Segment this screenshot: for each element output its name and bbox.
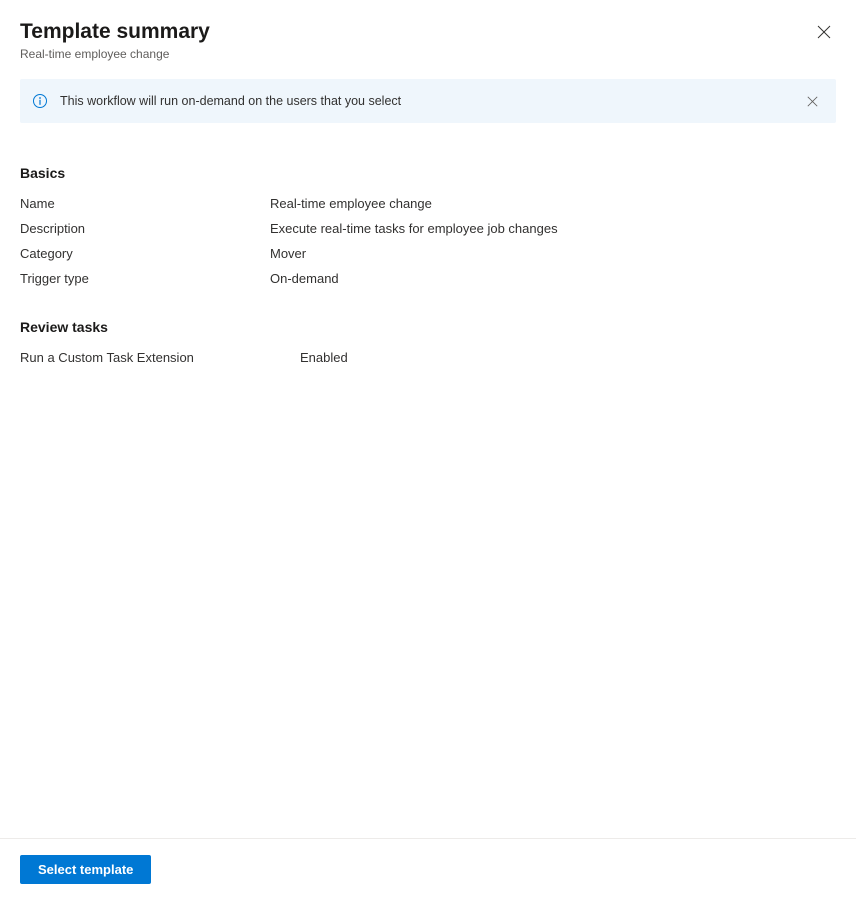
basics-trigger-type-value: On-demand: [270, 271, 836, 286]
basics-name-row: Name Real-time employee change: [20, 191, 836, 216]
template-summary-panel: Template summary Real-time employee chan…: [0, 0, 856, 904]
basics-description-label: Description: [20, 221, 270, 236]
info-message-text: This workflow will run on-demand on the …: [60, 94, 800, 108]
basics-category-value: Mover: [270, 246, 836, 261]
basics-description-row: Description Execute real-time tasks for …: [20, 216, 836, 241]
basics-name-value: Real-time employee change: [270, 196, 836, 211]
basics-name-label: Name: [20, 196, 270, 211]
panel-footer: Select template: [0, 838, 856, 904]
review-tasks-custom-extension-value: Enabled: [300, 350, 836, 365]
info-icon: [32, 93, 48, 109]
close-icon: [817, 25, 831, 39]
panel-content: Basics Name Real-time employee change De…: [0, 123, 856, 838]
basics-trigger-type-row: Trigger type On-demand: [20, 266, 836, 291]
close-panel-button[interactable]: [808, 16, 840, 48]
review-tasks-custom-extension-label: Run a Custom Task Extension: [20, 350, 300, 365]
basics-heading: Basics: [20, 165, 836, 181]
basics-trigger-type-label: Trigger type: [20, 271, 270, 286]
review-tasks-heading: Review tasks: [20, 319, 836, 335]
basics-category-label: Category: [20, 246, 270, 261]
basics-category-row: Category Mover: [20, 241, 836, 266]
panel-title: Template summary: [20, 18, 210, 45]
basics-description-value: Execute real-time tasks for employee job…: [270, 221, 836, 236]
select-template-button[interactable]: Select template: [20, 855, 151, 884]
info-message-bar: This workflow will run on-demand on the …: [20, 79, 836, 123]
panel-header: Template summary Real-time employee chan…: [0, 0, 856, 69]
panel-header-text: Template summary Real-time employee chan…: [20, 18, 210, 61]
review-tasks-custom-extension-row: Run a Custom Task Extension Enabled: [20, 345, 836, 370]
info-dismiss-button[interactable]: [800, 89, 824, 113]
close-icon: [807, 96, 818, 107]
panel-subtitle: Real-time employee change: [20, 47, 210, 61]
